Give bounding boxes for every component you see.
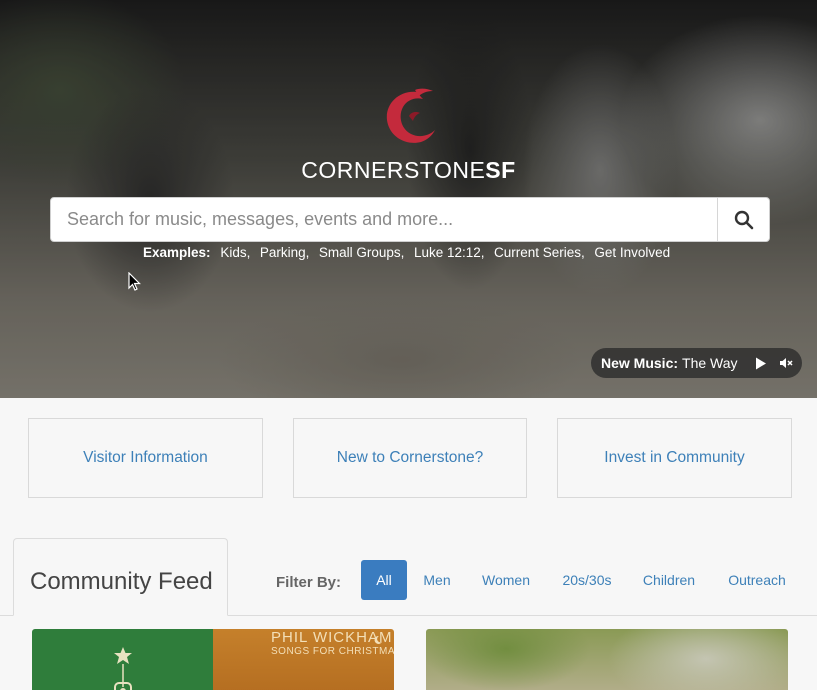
brand-name: CORNERSTONESF (0, 157, 817, 184)
search-input[interactable] (51, 198, 717, 241)
search-bar (50, 197, 770, 242)
brand-name-bold: SF (485, 157, 516, 183)
cornerstone-logo-icon (386, 88, 435, 143)
filter-women[interactable]: Women (474, 560, 538, 600)
album-art-right: PHIL WICKHAM SONGS FOR CHRISTMAS (213, 629, 394, 690)
mute-icon[interactable] (779, 356, 793, 370)
logo[interactable]: CORNERSTONESF (0, 86, 817, 184)
examples-label: Examples: (143, 245, 211, 260)
filter-20s-30s[interactable]: 20s/30s (554, 560, 620, 600)
community-feed-tab[interactable]: Community Feed (13, 538, 228, 616)
new-music-title: The Way (682, 355, 738, 371)
album-art-left (32, 629, 213, 690)
play-icon[interactable] (755, 357, 767, 370)
example-link-small-groups[interactable]: Small Groups, (319, 245, 405, 260)
feed-card-album[interactable]: PHIL WICKHAM SONGS FOR CHRISTMAS (32, 629, 394, 690)
example-link-get-involved[interactable]: Get Involved (594, 245, 670, 260)
search-button[interactable] (717, 198, 769, 241)
filter-children[interactable]: Children (634, 560, 704, 600)
filter-outreach[interactable]: Outreach (720, 560, 794, 600)
new-music-player[interactable]: New Music: The Way (591, 348, 802, 378)
search-examples: Examples: Kids, Parking, Small Groups, L… (143, 245, 672, 260)
invest-in-community-link[interactable]: Invest in Community (557, 418, 792, 498)
example-link-current-series[interactable]: Current Series, (494, 245, 585, 260)
feed-card-photo[interactable] (426, 629, 788, 690)
brand-name-regular: CORNERSTONE (301, 157, 486, 183)
mouse-cursor-icon (128, 272, 141, 291)
filter-by-label: Filter By: (276, 574, 342, 591)
hero-banner: CORNERSTONESF Examples: Kids, Parking, S… (0, 0, 817, 398)
search-icon (734, 210, 753, 229)
community-feed-title: Community Feed (30, 568, 213, 595)
star-ornament-icon (114, 647, 132, 690)
album-title: SONGS FOR CHRISTMAS (271, 646, 394, 657)
new-to-cornerstone-link[interactable]: New to Cornerstone? (293, 418, 527, 498)
example-link-kids[interactable]: Kids, (220, 245, 250, 260)
example-link-luke[interactable]: Luke 12:12, (414, 245, 485, 260)
new-music-label: New Music: (601, 355, 679, 371)
moon-icon (374, 635, 382, 644)
visitor-information-link[interactable]: Visitor Information (28, 418, 263, 498)
filter-men[interactable]: Men (415, 560, 459, 600)
filter-all[interactable]: All (361, 560, 407, 600)
example-link-parking[interactable]: Parking, (260, 245, 310, 260)
